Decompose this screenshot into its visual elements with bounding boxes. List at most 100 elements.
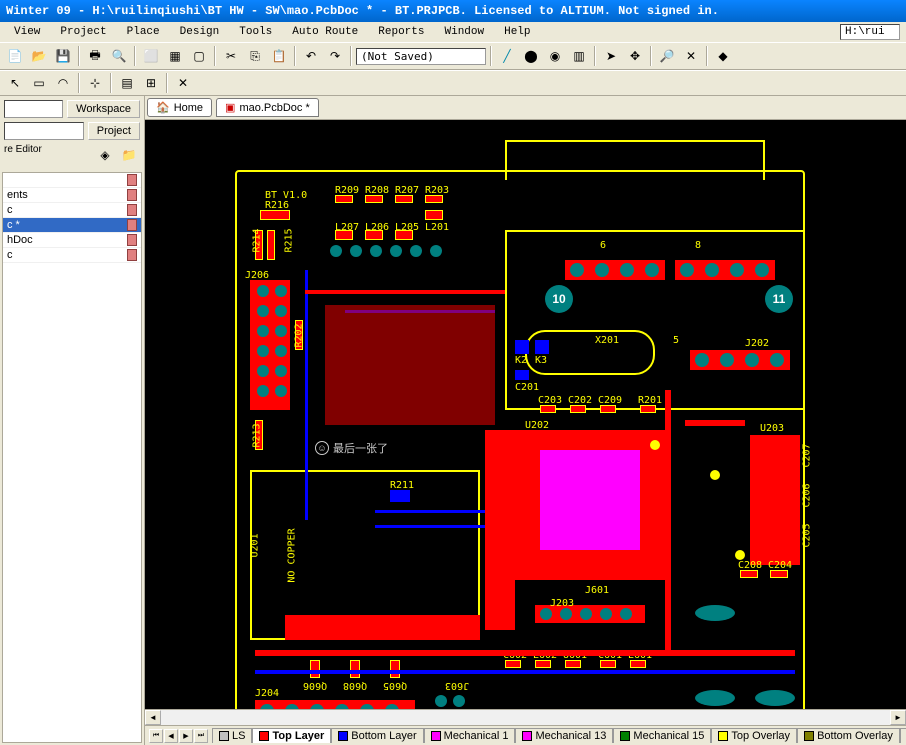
layer-tab-label: Top Overlay <box>731 730 790 742</box>
cross-icon[interactable]: ✕ <box>172 72 194 94</box>
document-icon <box>127 234 137 246</box>
fanout-icon[interactable]: ▥ <box>568 45 590 67</box>
separator <box>134 46 136 66</box>
ref: U202 <box>525 420 549 431</box>
scroll-right-icon[interactable]: ► <box>890 710 906 725</box>
compile-icon[interactable]: ◈ <box>94 144 116 166</box>
tree-item[interactable] <box>3 173 141 188</box>
tree-item[interactable]: c <box>3 203 141 218</box>
layer-swatch <box>431 731 441 741</box>
undo-icon[interactable]: ↶ <box>300 45 322 67</box>
project-button[interactable]: Project <box>88 122 140 140</box>
layer-tab-label: LS <box>232 730 245 742</box>
tree-item[interactable]: c <box>3 248 141 263</box>
cut-icon[interactable]: ✂ <box>220 45 242 67</box>
document-icon <box>127 204 137 216</box>
main-area: Workspace Project re Editor ◈ 📁 entscc *… <box>0 96 906 745</box>
tab-nav-icon[interactable]: ▶ <box>179 729 193 743</box>
place-pad-icon[interactable]: ◉ <box>544 45 566 67</box>
menu-view[interactable]: View <box>6 24 48 40</box>
project-tree[interactable]: entscc *hDocc <box>2 172 142 743</box>
select-rect-icon[interactable]: ▭ <box>28 72 50 94</box>
layer-tab[interactable]: Mechanical 1 <box>424 728 516 743</box>
cursor-icon[interactable]: ↖ <box>4 72 26 94</box>
saved-state-combo[interactable]: (Not Saved) <box>356 48 486 65</box>
home-tab[interactable]: 🏠Home <box>147 98 212 117</box>
menu-autoroute[interactable]: Auto Route <box>284 24 366 40</box>
tab-nav-icon[interactable]: ◀ <box>164 729 178 743</box>
snap-icon[interactable]: ⊹ <box>84 72 106 94</box>
separator <box>78 73 80 93</box>
save-icon[interactable]: 💾 <box>52 45 74 67</box>
structure-icon[interactable]: 📁 <box>118 144 140 166</box>
preview-icon[interactable]: 🔍 <box>108 45 130 67</box>
menu-help[interactable]: Help <box>496 24 538 40</box>
redo-icon[interactable]: ↷ <box>324 45 346 67</box>
layer-tab[interactable]: Top Pas <box>900 728 906 743</box>
pcb-board: BT V1.0 R209 R208 R207 R203 R216 L201 L2… <box>195 130 855 709</box>
tree-item[interactable]: hDoc <box>3 233 141 248</box>
move-icon[interactable]: ✥ <box>624 45 646 67</box>
tab-nav-icon[interactable]: ⏮ <box>149 729 163 743</box>
zoom-area-icon[interactable]: ⬜ <box>140 45 162 67</box>
zoom-select-icon[interactable]: ▢ <box>188 45 210 67</box>
tree-item[interactable]: c * <box>3 218 141 233</box>
paste-icon[interactable]: 📋 <box>268 45 290 67</box>
path-display: H:\rui <box>840 24 900 40</box>
layer-tab[interactable]: Mechanical 13 <box>515 728 613 743</box>
clear-icon[interactable]: ✕ <box>680 45 702 67</box>
menu-tools[interactable]: Tools <box>231 24 280 40</box>
new-icon[interactable]: 📄 <box>4 45 26 67</box>
layer-tab[interactable]: Bottom Overlay <box>797 728 900 743</box>
ref: C201 <box>515 382 539 393</box>
scroll-left-icon[interactable]: ◄ <box>145 710 161 725</box>
print-icon[interactable]: 🖶 <box>84 45 106 67</box>
open-icon[interactable]: 📂 <box>28 45 50 67</box>
layer-tab[interactable]: Top Layer <box>252 728 331 743</box>
ref: J601 <box>585 585 609 596</box>
project-combo[interactable] <box>4 122 84 140</box>
filter-icon[interactable]: 🔎 <box>656 45 678 67</box>
ref: J203 <box>550 598 574 609</box>
tree-item[interactable]: ents <box>3 188 141 203</box>
scroll-track[interactable] <box>161 710 890 725</box>
home-label: Home <box>174 102 203 114</box>
copy-icon[interactable]: ⎘ <box>244 45 266 67</box>
document-tab[interactable]: ▣mao.PcbDoc * <box>216 98 319 117</box>
menu-design[interactable]: Design <box>172 24 228 40</box>
ref: R214 <box>252 228 263 252</box>
menu-window[interactable]: Window <box>437 24 493 40</box>
ref: X201 <box>595 335 619 346</box>
left-panel: Workspace Project re Editor ◈ 📁 entscc *… <box>0 96 145 745</box>
route-icon[interactable]: ╱ <box>496 45 518 67</box>
separator <box>350 46 352 66</box>
lasso-icon[interactable]: ◠ <box>52 72 74 94</box>
layer-swatch <box>259 731 269 741</box>
separator <box>706 46 708 66</box>
select-icon[interactable]: ➤ <box>600 45 622 67</box>
grid-icon[interactable]: ⊞ <box>140 72 162 94</box>
ref: J204 <box>255 688 279 699</box>
layer-icon[interactable]: ▤ <box>116 72 138 94</box>
menu-place[interactable]: Place <box>119 24 168 40</box>
separator <box>594 46 596 66</box>
document-icon <box>127 189 137 201</box>
place-via-icon[interactable]: ⬤ <box>520 45 542 67</box>
toolbar-secondary: ↖ ▭ ◠ ⊹ ▤ ⊞ ✕ <box>0 70 906 96</box>
menu-project[interactable]: Project <box>52 24 114 40</box>
workspace-button[interactable]: Workspace <box>67 100 140 118</box>
zoom-fit-icon[interactable]: ▦ <box>164 45 186 67</box>
separator <box>166 73 168 93</box>
workspace-combo[interactable] <box>4 100 63 118</box>
ref: L206 <box>365 222 389 233</box>
layer-tab[interactable]: Top Overlay <box>711 728 797 743</box>
layer-swatch <box>522 731 532 741</box>
tab-nav-icon[interactable]: ⏭ <box>194 729 208 743</box>
layer-tab[interactable]: Mechanical 15 <box>613 728 711 743</box>
layer-tab[interactable]: LS <box>212 728 252 743</box>
horizontal-scrollbar[interactable]: ◄ ► <box>145 709 906 725</box>
menu-reports[interactable]: Reports <box>370 24 432 40</box>
layer-tab[interactable]: Bottom Layer <box>331 728 423 743</box>
altium-icon[interactable]: ◆ <box>712 45 734 67</box>
pcb-canvas[interactable]: BT V1.0 R209 R208 R207 R203 R216 L201 L2… <box>145 120 906 709</box>
